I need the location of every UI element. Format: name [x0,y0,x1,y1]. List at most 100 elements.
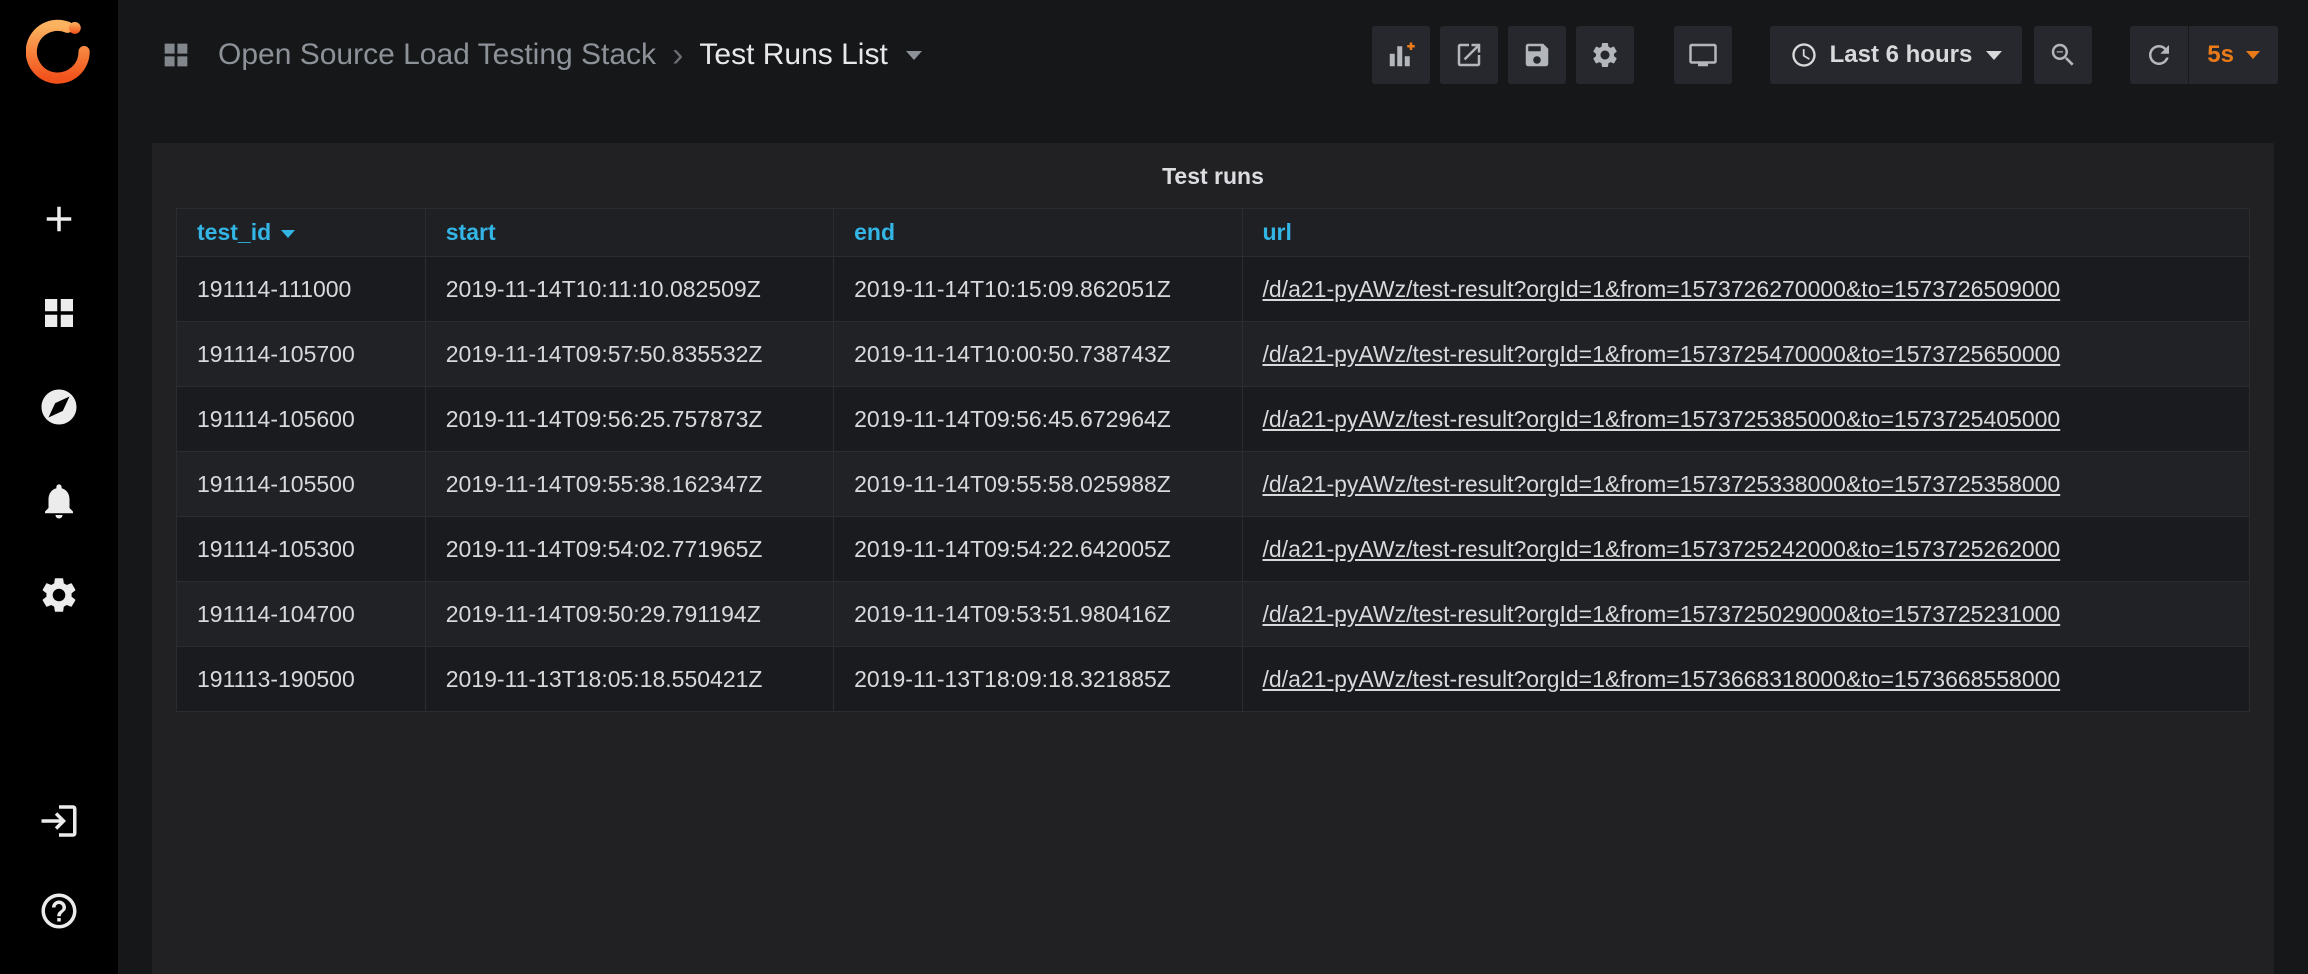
sidebar-menu [38,198,80,616]
cell-test-id: 191114-105700 [177,322,426,387]
app-root: Open Source Load Testing Stack › Test Ru… [0,0,2308,974]
cell-test-id: 191114-105300 [177,517,426,582]
time-range-caret-icon [1986,51,2002,60]
cell-url: /d/a21-pyAWz/test-result?orgId=1&from=15… [1242,582,2250,647]
clock-icon [1790,41,1818,69]
dashboard-dropdown-caret-icon[interactable] [906,51,922,60]
cell-test-id: 191114-104700 [177,582,426,647]
cell-url: /d/a21-pyAWz/test-result?orgId=1&from=15… [1242,452,2250,517]
cycle-view-mode-button[interactable] [1674,26,1732,84]
sort-desc-icon [281,230,295,238]
cell-start: 2019-11-14T09:57:50.835532Z [425,322,833,387]
test-result-link[interactable]: /d/a21-pyAWz/test-result?orgId=1&from=15… [1263,341,2061,367]
cell-end: 2019-11-14T09:54:22.642005Z [834,517,1242,582]
table-row: 191114-111000 2019-11-14T10:11:10.082509… [177,257,2250,322]
test-result-link[interactable]: /d/a21-pyAWz/test-result?orgId=1&from=15… [1263,406,2061,432]
zoom-out-icon [2048,40,2078,70]
share-icon [1454,40,1484,70]
cell-start: 2019-11-14T09:55:38.162347Z [425,452,833,517]
time-range-label: Last 6 hours [1830,41,1973,69]
dashboard-picker-button[interactable] [154,33,198,77]
test-result-link[interactable]: /d/a21-pyAWz/test-result?orgId=1&from=15… [1263,666,2061,692]
table-header-row: test_id start end url [177,209,2250,257]
cell-end: 2019-11-13T18:09:18.321885Z [834,647,1242,712]
column-label: start [446,219,496,245]
cell-end: 2019-11-14T09:53:51.980416Z [834,582,1242,647]
sidebar [0,0,118,974]
refresh-caret-icon [2246,51,2260,59]
save-icon [1522,40,1552,70]
table-row: 191114-104700 2019-11-14T09:50:29.791194… [177,582,2250,647]
cell-test-id: 191114-111000 [177,257,426,322]
cell-end: 2019-11-14T09:56:45.672964Z [834,387,1242,452]
table-body: 191114-111000 2019-11-14T10:11:10.082509… [177,257,2250,712]
table-row: 191114-105500 2019-11-14T09:55:38.162347… [177,452,2250,517]
cell-start: 2019-11-14T10:11:10.082509Z [425,257,833,322]
cell-url: /d/a21-pyAWz/test-result?orgId=1&from=15… [1242,322,2250,387]
table-container: test_id start end url [152,206,2274,712]
test-result-link[interactable]: /d/a21-pyAWz/test-result?orgId=1&from=15… [1263,471,2061,497]
test-result-link[interactable]: /d/a21-pyAWz/test-result?orgId=1&from=15… [1263,601,2061,627]
column-label: end [854,219,895,245]
breadcrumb-dashboard-title[interactable]: Test Runs List [699,38,887,72]
sidebar-item-alerting[interactable] [38,480,80,522]
refresh-icon [2144,40,2174,70]
table-row: 191113-190500 2019-11-13T18:05:18.550421… [177,647,2250,712]
cell-test-id: 191114-105500 [177,452,426,517]
time-range-picker[interactable]: Last 6 hours [1770,26,2023,84]
refresh-interval-dropdown[interactable]: 5s [2188,26,2278,84]
plus-icon [38,198,80,240]
column-header-end[interactable]: end [834,209,1242,257]
refresh-now-button[interactable] [2130,26,2188,84]
table-row: 191114-105600 2019-11-14T09:56:25.757873… [177,387,2250,452]
breadcrumb: Open Source Load Testing Stack › Test Ru… [218,38,922,72]
sidebar-item-create[interactable] [38,198,80,240]
cell-start: 2019-11-14T09:54:02.771965Z [425,517,833,582]
cell-test-id: 191114-105600 [177,387,426,452]
column-label: url [1263,219,1292,245]
cell-end: 2019-11-14T09:55:58.025988Z [834,452,1242,517]
cell-url: /d/a21-pyAWz/test-result?orgId=1&from=15… [1242,647,2250,712]
sidebar-item-help[interactable] [38,890,80,932]
panel-title[interactable]: Test runs [152,143,2274,206]
refresh-interval-value: 5s [2207,41,2234,69]
breadcrumb-folder[interactable]: Open Source Load Testing Stack [218,38,656,72]
column-header-test-id[interactable]: test_id [177,209,426,257]
navbar-actions: Last 6 hours 5s [1372,26,2278,84]
table-row: 191114-105300 2019-11-14T09:54:02.771965… [177,517,2250,582]
sidebar-item-sign-in[interactable] [38,800,80,842]
grafana-logo[interactable] [26,16,92,86]
cell-end: 2019-11-14T10:15:09.862051Z [834,257,1242,322]
help-icon [38,890,80,932]
bell-icon [38,480,80,522]
share-dashboard-button[interactable] [1440,26,1498,84]
save-dashboard-button[interactable] [1508,26,1566,84]
cell-url: /d/a21-pyAWz/test-result?orgId=1&from=15… [1242,257,2250,322]
cell-test-id: 191113-190500 [177,647,426,712]
cell-start: 2019-11-13T18:05:18.550421Z [425,647,833,712]
main-area: Open Source Load Testing Stack › Test Ru… [118,0,2308,974]
test-result-link[interactable]: /d/a21-pyAWz/test-result?orgId=1&from=15… [1263,536,2061,562]
monitor-icon [1688,40,1718,70]
dashboard-settings-button[interactable] [1576,26,1634,84]
gear-icon [38,574,80,616]
dashboards-grid-icon [38,292,80,334]
column-header-start[interactable]: start [425,209,833,257]
add-panel-button[interactable] [1372,26,1430,84]
grafana-logo-icon [26,18,92,84]
cell-start: 2019-11-14T09:50:29.791194Z [425,582,833,647]
breadcrumb-separator-icon: › [672,38,683,72]
dashboard-content: Test runs test_id start [118,110,2308,974]
sidebar-item-dashboards[interactable] [38,292,80,334]
cell-end: 2019-11-14T10:00:50.738743Z [834,322,1242,387]
column-label: test_id [197,219,271,245]
column-header-url[interactable]: url [1242,209,2250,257]
table-row: 191114-105700 2019-11-14T09:57:50.835532… [177,322,2250,387]
zoom-out-time-button[interactable] [2034,26,2092,84]
test-result-link[interactable]: /d/a21-pyAWz/test-result?orgId=1&from=15… [1263,276,2061,302]
sidebar-item-configuration[interactable] [38,574,80,616]
cell-url: /d/a21-pyAWz/test-result?orgId=1&from=15… [1242,387,2250,452]
sidebar-item-explore[interactable] [38,386,80,428]
compass-icon [38,386,80,428]
cell-url: /d/a21-pyAWz/test-result?orgId=1&from=15… [1242,517,2250,582]
